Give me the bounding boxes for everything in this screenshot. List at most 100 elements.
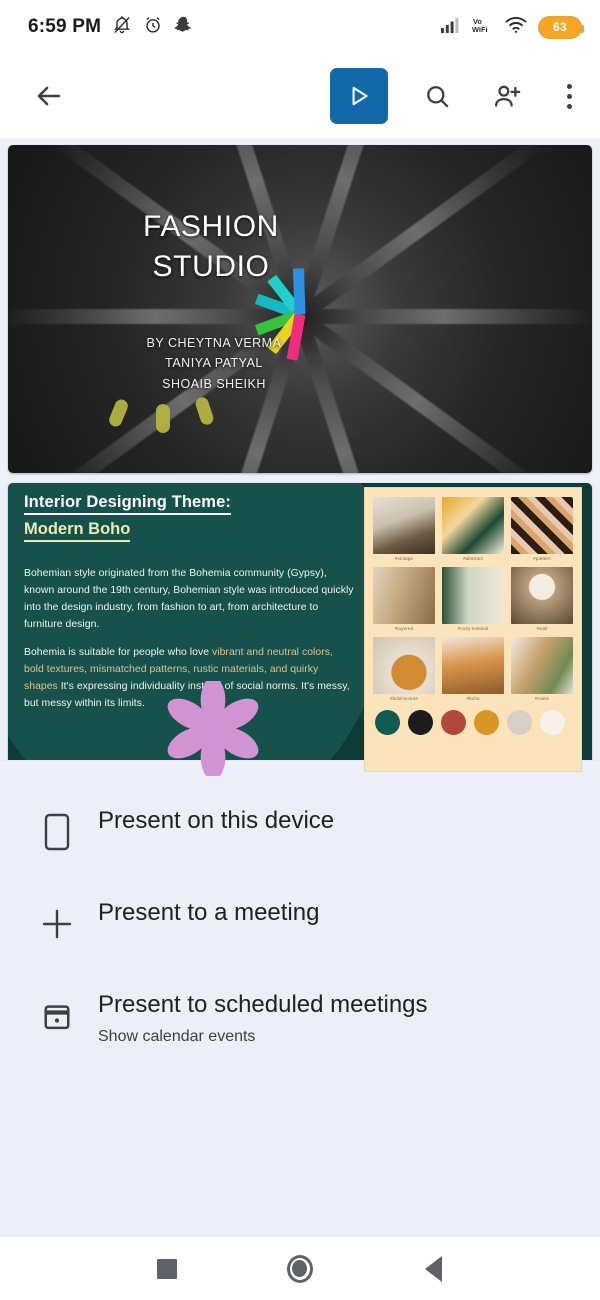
moodboard-cell: #pattern xyxy=(511,497,573,561)
slide-2-heading-line-1: Interior Designing Theme: xyxy=(24,493,231,515)
person-add-icon xyxy=(494,85,520,107)
bell-off-icon xyxy=(112,15,132,40)
color-swatch xyxy=(474,710,499,735)
status-bar: 6:59 PM Vo WiFi 63 xyxy=(0,0,600,54)
calendar-icon xyxy=(28,993,86,1039)
moodboard-label: #pattern xyxy=(533,556,551,561)
plus-icon xyxy=(28,901,86,947)
search-button[interactable] xyxy=(416,75,458,117)
slide-2[interactable]: Interior Designing Theme: Modern Boho Bo… xyxy=(8,483,592,778)
moodboard-cell: #wall xyxy=(511,567,573,631)
color-swatch xyxy=(408,710,433,735)
author-2: TANIYA PATYAL xyxy=(165,356,263,371)
moodboard-image xyxy=(511,637,573,694)
sheet-item-present-to-a-meeting[interactable]: Present to a meeting xyxy=(0,877,600,969)
slide-1-title-line-2: STUDIO xyxy=(152,249,270,283)
app-toolbar xyxy=(0,54,600,138)
battery-badge: 63 xyxy=(538,15,584,39)
sheet-item-text: Present on this device xyxy=(86,807,334,836)
moodboard-image xyxy=(442,567,504,624)
alarm-clock-icon xyxy=(143,15,163,40)
home-button[interactable] xyxy=(277,1246,323,1292)
moodboard-image xyxy=(373,567,435,624)
nav-back-button[interactable] xyxy=(410,1246,456,1292)
status-time: 6:59 PM xyxy=(28,16,102,37)
moodboard-cell: #bold-texture xyxy=(373,637,435,701)
sheet-item-title: Present to a meeting xyxy=(98,899,320,926)
moodboard-label: #cozy-minimal xyxy=(457,626,489,631)
moodboard-label: #boho xyxy=(466,696,480,701)
moodboard-label: #bold-texture xyxy=(389,696,419,701)
vowifi-icon: Vo WiFi xyxy=(472,15,494,40)
sheet-item-text: Present to scheduled meetings Show calen… xyxy=(86,991,428,1046)
slide-deck[interactable]: FASHION STUDIO BY CHEYTNA VERMA TANIYA P… xyxy=(0,138,600,778)
phone-icon xyxy=(28,809,86,855)
svg-text:WiFi: WiFi xyxy=(472,25,488,34)
slide-2-heading: Interior Designing Theme: Modern Boho xyxy=(24,493,354,542)
color-swatch xyxy=(441,710,466,735)
moodboard-grid: #vintage #abstract #pattern #layered #co… xyxy=(373,497,573,701)
moodboard-image xyxy=(442,497,504,554)
triangle-icon xyxy=(424,1255,442,1282)
moodboard-label: #vintage xyxy=(394,556,414,561)
arrow-left-icon xyxy=(37,86,61,106)
moodboard-cell: #rustic xyxy=(511,637,573,701)
slide-2-paragraph-1: Bohemian style originated from the Bohem… xyxy=(24,568,354,630)
moodboard-cell: #vintage xyxy=(373,497,435,561)
moodboard-label: #layered xyxy=(394,626,414,631)
present-button[interactable] xyxy=(330,68,388,124)
slide-2-heading-line-2: Modern Boho xyxy=(24,520,131,542)
search-icon xyxy=(426,85,448,107)
moodboard-image xyxy=(442,637,504,694)
moodboard-image xyxy=(511,497,573,554)
dot-2 xyxy=(566,93,572,99)
color-swatch xyxy=(540,710,565,735)
recents-button[interactable] xyxy=(144,1246,190,1292)
color-swatch xyxy=(507,710,532,735)
color-swatch-row xyxy=(373,710,573,735)
dot-3 xyxy=(566,103,572,109)
slide-1-title-line-1: FASHION xyxy=(143,210,279,243)
more-options-button[interactable] xyxy=(556,75,582,117)
slide-1[interactable]: FASHION STUDIO BY CHEYTNA VERMA TANIYA P… xyxy=(8,145,592,473)
moodboard-cell: #layered xyxy=(373,567,435,631)
snapchat-icon xyxy=(174,15,193,39)
android-nav-bar xyxy=(0,1236,600,1300)
signal-bars-icon xyxy=(440,16,462,39)
moodboard-image xyxy=(373,497,435,554)
sheet-item-subtitle: Show calendar events xyxy=(98,1027,256,1045)
wifi-icon xyxy=(504,15,528,39)
slide-2-text-column: Interior Designing Theme: Modern Boho Bo… xyxy=(24,493,354,713)
circle-inner xyxy=(292,1260,308,1277)
status-bar-right: Vo WiFi 63 xyxy=(440,15,584,40)
sheet-item-title: Present on this device xyxy=(98,807,335,834)
moodboard-image xyxy=(373,637,435,694)
moodboard-label: #rustic xyxy=(534,696,550,701)
slide-1-title: FASHION STUDIO xyxy=(96,207,326,287)
moodboard-label: #wall xyxy=(536,626,548,631)
author-3: SHOAIB SHEIKH xyxy=(162,376,266,391)
circle-icon xyxy=(286,1254,313,1283)
sheet-item-present-on-this-device[interactable]: Present on this device xyxy=(0,785,600,877)
color-swatch xyxy=(375,710,400,735)
back-button[interactable] xyxy=(26,73,72,119)
toolbar-actions xyxy=(330,68,582,124)
flower-decoration-icon xyxy=(167,681,259,776)
play-triangle-icon xyxy=(352,86,368,106)
moodboard-cell: #boho xyxy=(442,637,504,701)
status-bar-left: 6:59 PM xyxy=(28,15,193,40)
sheet-item-title: Present to scheduled meetings xyxy=(98,991,428,1018)
author-1: BY CHEYTNA VERMA xyxy=(146,336,282,350)
capsule-decorations xyxy=(107,395,232,440)
add-person-button[interactable] xyxy=(486,75,528,117)
square-icon xyxy=(156,1258,177,1279)
present-bottom-sheet: Present on this device Present to a meet… xyxy=(0,760,600,1236)
sheet-item-text: Present to a meeting xyxy=(86,899,319,928)
moodboard-label: #abstract xyxy=(463,556,483,561)
moodboard-image xyxy=(511,567,573,624)
slide-1-byline: BY CHEYTNA VERMA TANIYA PATYAL SHOAIB SH… xyxy=(94,333,334,394)
moodboard-cell: #cozy-minimal xyxy=(442,567,504,631)
sheet-item-present-to-scheduled-meetings[interactable]: Present to scheduled meetings Show calen… xyxy=(0,969,600,1068)
dot-1 xyxy=(566,83,572,89)
moodboard-cell: #abstract xyxy=(442,497,504,561)
